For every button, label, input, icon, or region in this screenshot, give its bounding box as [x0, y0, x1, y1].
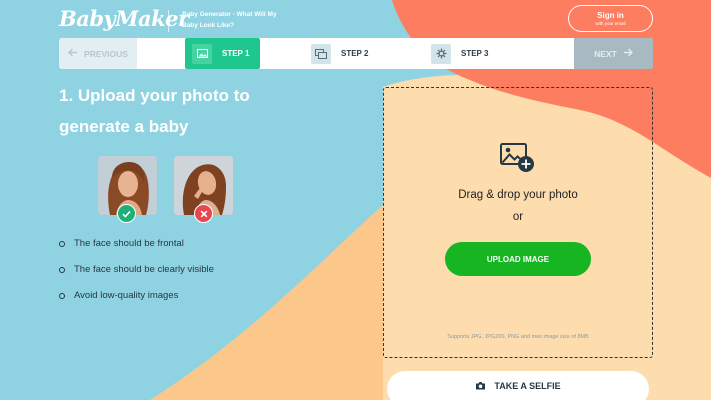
tip-text: The face should be clearly visible: [74, 264, 214, 275]
list-item: The face should be frontal: [59, 238, 184, 249]
arrow-right-icon: [623, 48, 633, 59]
header-divider: [168, 10, 169, 32]
babymaker-logo[interactable]: BabyMaker: [59, 6, 189, 31]
drop-instructions: Drag & drop your photo: [458, 189, 578, 201]
page-title: 1. Upload your photo to generate a baby: [59, 86, 250, 136]
add-image-icon: [499, 141, 536, 178]
step-2-label: STEP 2: [341, 49, 369, 58]
tab-step-1[interactable]: STEP 1: [185, 38, 260, 69]
site-tagline: Baby Generator - What Will My Baby Look …: [182, 11, 277, 29]
next-label: NEXT: [594, 48, 617, 59]
check-icon: [117, 204, 136, 223]
tab-step-3[interactable]: STEP 3: [431, 38, 488, 69]
previous-label: PREVIOUS: [84, 48, 128, 59]
tab-step-2[interactable]: STEP 2: [311, 38, 368, 69]
tip-text: The face should be frontal: [74, 238, 184, 249]
images-icon: [311, 43, 331, 64]
upload-image-button[interactable]: UPLOAD IMAGE: [445, 242, 591, 276]
bullet-icon: [59, 292, 65, 299]
image-icon: [192, 43, 212, 64]
gear-icon: [431, 43, 451, 64]
signin-label: Sign in: [597, 11, 624, 20]
list-item: Avoid low-quality images: [59, 290, 178, 301]
take-selfie-label: TAKE A SELFIE: [494, 381, 561, 391]
tip-text: Avoid low-quality images: [74, 290, 179, 301]
supported-formats-note: Supports JPG, JPG200, PNG and max image …: [447, 334, 589, 340]
signin-sublabel: with your email: [595, 21, 626, 26]
list-item: The face should be clearly visible: [59, 264, 214, 275]
bullet-icon: [59, 240, 65, 247]
signin-button[interactable]: Sign in with your email: [568, 5, 653, 32]
step-1-label: STEP 1: [222, 49, 250, 58]
take-selfie-button[interactable]: TAKE A SELFIE: [387, 371, 649, 400]
camera-icon: [475, 381, 486, 392]
step-3-label: STEP 3: [461, 49, 489, 58]
cross-icon: [194, 204, 213, 223]
bullet-icon: [59, 266, 65, 273]
next-button[interactable]: NEXT: [574, 38, 653, 69]
previous-button[interactable]: PREVIOUS: [59, 38, 137, 69]
arrow-left-icon: [68, 48, 78, 59]
or-separator: or: [512, 211, 524, 223]
